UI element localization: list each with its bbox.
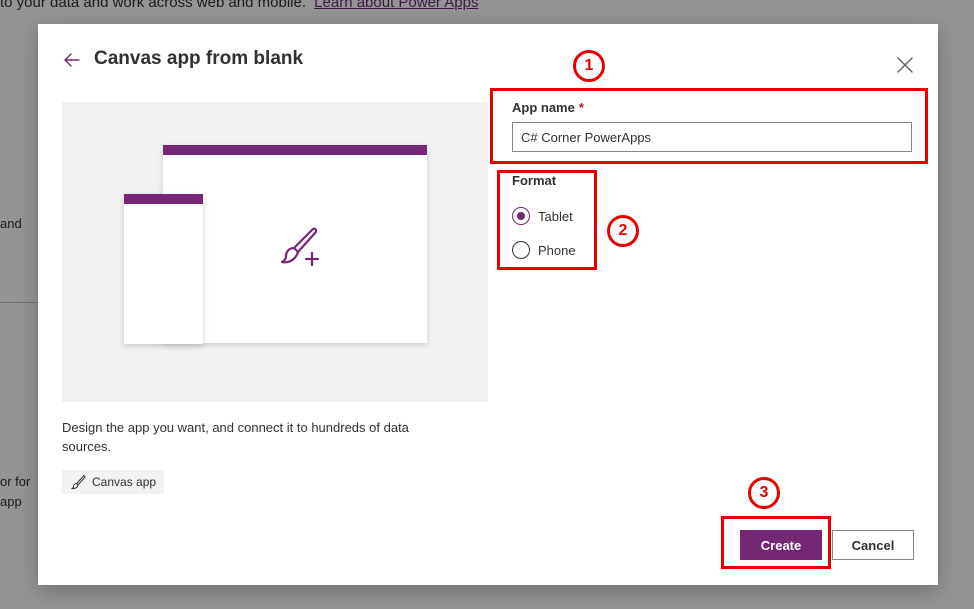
app-preview-illustration	[62, 102, 488, 402]
annotation-badge: 2	[607, 215, 639, 247]
annotation-box-app-name	[490, 88, 928, 164]
back-arrow-icon[interactable]	[62, 50, 82, 70]
canvas-app-tag: Canvas app	[62, 470, 165, 494]
annotation-badge: 1	[573, 50, 605, 82]
close-icon[interactable]	[896, 56, 914, 74]
annotation-box-create	[721, 516, 831, 569]
annotation-badge: 3	[748, 477, 780, 509]
dialog-description: Design the app you want, and connect it …	[62, 420, 409, 454]
cancel-button[interactable]: Cancel	[832, 530, 914, 560]
dialog-title: Canvas app from blank	[94, 48, 304, 69]
phone-window-illustration	[124, 194, 203, 344]
annotation-box-format	[497, 170, 597, 270]
paintbrush-icon	[71, 474, 86, 490]
canvas-app-tag-label: Canvas app	[92, 475, 157, 489]
paintbrush-plus-icon	[280, 227, 320, 267]
